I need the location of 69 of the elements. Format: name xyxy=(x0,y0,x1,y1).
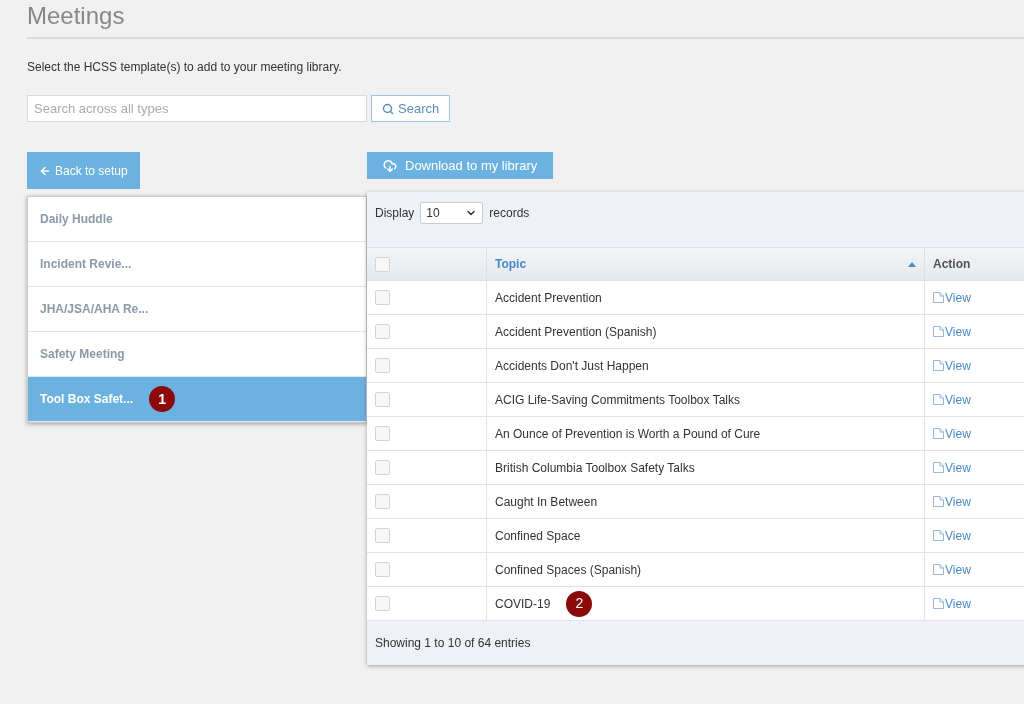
topic-cell-text: ACIG Life-Saving Commitments Toolbox Talks xyxy=(495,391,740,409)
document-icon xyxy=(933,530,944,541)
template-type-label: Safety Meeting xyxy=(40,346,125,363)
template-type-item[interactable]: Tool Box Safet... 1 xyxy=(28,377,366,422)
document-icon xyxy=(933,496,944,507)
instructions-text: Select the HCSS template(s) to add to your meeting library. xyxy=(27,59,343,76)
view-link[interactable]: View xyxy=(933,322,971,341)
template-type-item[interactable]: Safety Meeting xyxy=(28,332,366,377)
page-size-select[interactable]: 10 xyxy=(420,202,484,224)
topic-cell-text: Accident Prevention xyxy=(495,289,602,307)
search-button[interactable]: Search xyxy=(371,95,451,122)
view-link[interactable]: View xyxy=(933,560,971,579)
checkbox[interactable] xyxy=(375,494,390,509)
document-icon xyxy=(933,462,944,473)
checkbox[interactable] xyxy=(375,562,390,577)
records-label: records xyxy=(489,205,530,222)
document-icon xyxy=(933,292,944,303)
template-type-label: Daily Huddle xyxy=(40,211,113,228)
view-link[interactable]: View xyxy=(933,424,971,443)
document-icon xyxy=(933,564,944,575)
topic-cell-text: Accident Prevention (Spanish) xyxy=(495,323,657,341)
view-link[interactable]: View xyxy=(933,356,971,375)
entries-summary: Showing 1 to 10 of 64 entries xyxy=(375,635,531,652)
view-link[interactable]: View xyxy=(933,492,971,511)
document-icon xyxy=(933,598,944,609)
template-type-item[interactable]: Incident Revie... xyxy=(28,242,366,287)
checkbox[interactable] xyxy=(375,426,390,441)
document-icon xyxy=(933,326,944,337)
topic-cell-text: Accidents Don't Just Happen xyxy=(495,357,649,375)
view-link[interactable]: View xyxy=(933,458,971,477)
page-title: Meetings xyxy=(27,2,126,30)
checkbox[interactable] xyxy=(375,324,390,339)
checkbox[interactable] xyxy=(375,596,390,611)
template-type-label: JHA/JSA/AHA Re... xyxy=(40,301,149,318)
view-link[interactable]: View xyxy=(933,526,971,545)
template-type-item[interactable]: JHA/JSA/AHA Re... xyxy=(28,287,366,332)
document-icon xyxy=(933,428,944,439)
topic-cell-text: British Columbia Toolbox Safety Talks xyxy=(495,459,695,477)
template-type-label: Incident Revie... xyxy=(40,256,132,273)
view-link[interactable]: View xyxy=(933,390,971,409)
download-button[interactable]: Download to my library xyxy=(367,152,554,179)
checkbox[interactable] xyxy=(375,392,390,407)
topic-cell-text: Confined Spaces (Spanish) xyxy=(495,561,642,579)
back-button[interactable]: Back to setup xyxy=(27,152,140,189)
cloud-download-icon xyxy=(383,158,397,173)
search-field[interactable]: Search across all types xyxy=(27,95,367,122)
view-link[interactable]: View xyxy=(933,594,971,613)
checkbox[interactable] xyxy=(375,528,390,543)
topic-cell-text: Confined Space xyxy=(495,527,581,545)
topic-cell-text: An Ounce of Prevention is Worth a Pound of Cure xyxy=(495,425,761,443)
sort-ascending-icon xyxy=(908,261,916,267)
checkbox[interactable] xyxy=(375,256,390,272)
checkbox[interactable] xyxy=(375,460,390,475)
search-icon xyxy=(382,102,394,115)
topic-cell-text: COVID-19 xyxy=(495,595,551,613)
document-icon xyxy=(933,360,944,371)
topic-cell-text: Caught In Between xyxy=(495,493,598,511)
column-header[interactable]: Topic xyxy=(495,255,527,273)
column-header: Action xyxy=(933,256,971,273)
checkbox[interactable] xyxy=(375,290,390,305)
checkbox[interactable] xyxy=(375,358,390,373)
document-icon xyxy=(933,394,944,405)
view-link[interactable]: View xyxy=(933,288,971,307)
arrow-left-icon xyxy=(39,164,51,177)
callout-badge: 2 xyxy=(566,590,593,617)
callout-badge: 1 xyxy=(149,386,176,412)
template-type-label: Tool Box Safet... xyxy=(40,391,134,408)
template-type-item[interactable]: Daily Huddle xyxy=(28,197,366,242)
display-label: Display xyxy=(375,205,415,222)
